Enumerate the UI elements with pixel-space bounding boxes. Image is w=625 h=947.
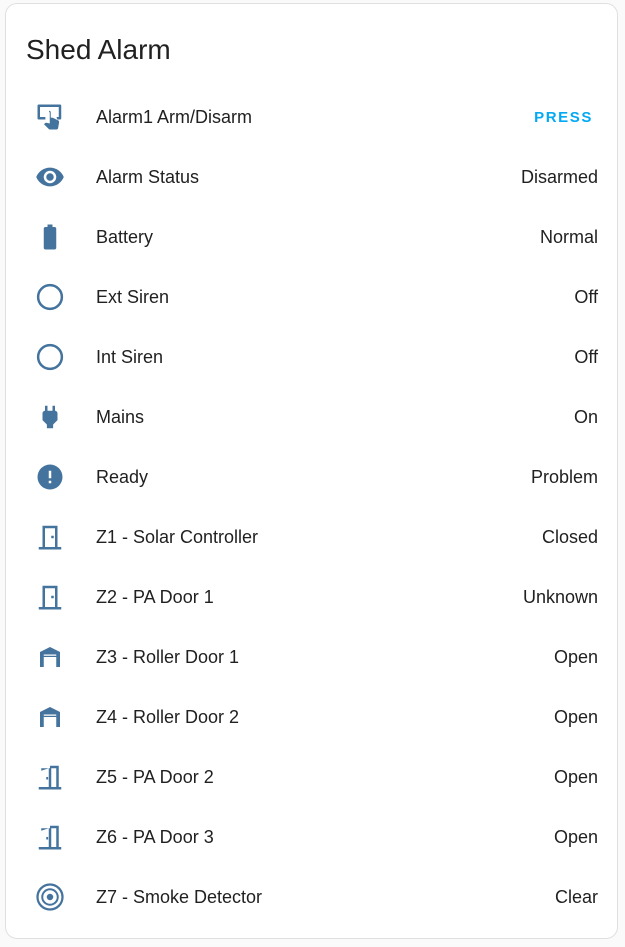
entity-name[interactable]: Int Siren — [96, 345, 163, 369]
circle-outline-icon[interactable] — [34, 281, 66, 313]
entity-name[interactable]: Z1 - Solar Controller — [96, 525, 258, 549]
door-closed-icon[interactable] — [34, 581, 66, 613]
entity-row-int-siren: Int Siren Off — [6, 326, 617, 386]
entity-name[interactable]: Alarm Status — [96, 165, 199, 189]
power-plug-icon[interactable] — [34, 401, 66, 433]
entity-state: Open — [553, 647, 598, 667]
entity-name[interactable]: Mains — [96, 405, 144, 429]
entity-name[interactable]: Z6 - PA Door 3 — [96, 825, 214, 849]
entity-row-z1-solar-controller: Z1 - Solar Controller Closed — [6, 506, 617, 566]
door-open-icon[interactable] — [34, 761, 66, 793]
entity-state: Open — [553, 707, 598, 727]
entity-row-z2-pa-door-1: Z2 - PA Door 1 Unknown — [6, 566, 617, 626]
entity-name[interactable]: Z5 - PA Door 2 — [96, 765, 214, 789]
entity-name[interactable]: Alarm1 Arm/Disarm — [96, 105, 252, 129]
circle-outline-icon[interactable] — [34, 341, 66, 373]
entity-state: Clear — [554, 887, 598, 907]
press-button[interactable]: PRESS — [524, 100, 603, 134]
garage-open-icon[interactable] — [34, 641, 66, 673]
smoke-detector-icon[interactable] — [34, 881, 66, 913]
alert-circle-icon[interactable] — [34, 461, 66, 493]
entity-row-mains: Mains On — [6, 386, 617, 446]
entity-state: On — [573, 407, 598, 427]
entity-row-battery: Battery Normal — [6, 206, 617, 266]
entity-name[interactable]: Z7 - Smoke Detector — [96, 885, 262, 909]
entity-state: Normal — [539, 227, 598, 247]
entity-list: Alarm1 Arm/Disarm PRESS Alarm Status Dis… — [6, 86, 617, 926]
entity-row-ready: Ready Problem — [6, 446, 617, 506]
entity-name[interactable]: Battery — [96, 225, 153, 249]
entity-row-alarm1-arm-disarm: Alarm1 Arm/Disarm PRESS — [6, 86, 617, 146]
entity-row-z7-smoke-detector: Z7 - Smoke Detector Clear — [6, 866, 617, 926]
entity-state: Disarmed — [520, 167, 598, 187]
entities-card: Shed Alarm Alarm1 Arm/Disarm PRESS Alarm… — [5, 3, 618, 939]
entity-row-z5-pa-door-2: Z5 - PA Door 2 Open — [6, 746, 617, 806]
entity-name[interactable]: Ready — [96, 465, 148, 489]
entity-row-z6-pa-door-3: Z6 - PA Door 3 Open — [6, 806, 617, 866]
garage-open-icon[interactable] — [34, 701, 66, 733]
door-open-icon[interactable] — [34, 821, 66, 853]
entity-state: Problem — [530, 467, 598, 487]
door-closed-icon[interactable] — [34, 521, 66, 553]
entity-name[interactable]: Z3 - Roller Door 1 — [96, 645, 239, 669]
entity-state: Open — [553, 827, 598, 847]
entity-state: Open — [553, 767, 598, 787]
entity-state: Off — [574, 287, 598, 307]
entity-state: Off — [574, 347, 598, 367]
entity-name[interactable]: Z2 - PA Door 1 — [96, 585, 214, 609]
battery-icon[interactable] — [34, 221, 66, 253]
entity-state: Unknown — [522, 587, 598, 607]
entity-state: Closed — [541, 527, 598, 547]
entity-name[interactable]: Z4 - Roller Door 2 — [96, 705, 239, 729]
entity-row-ext-siren: Ext Siren Off — [6, 266, 617, 326]
entity-row-z3-roller-door-1: Z3 - Roller Door 1 Open — [6, 626, 617, 686]
entity-row-alarm-status: Alarm Status Disarmed — [6, 146, 617, 206]
entity-row-z4-roller-door-2: Z4 - Roller Door 2 Open — [6, 686, 617, 746]
entity-name[interactable]: Ext Siren — [96, 285, 169, 309]
card-title: Shed Alarm — [26, 34, 171, 65]
eye-icon[interactable] — [34, 161, 66, 193]
gesture-tap-icon[interactable] — [34, 101, 66, 133]
